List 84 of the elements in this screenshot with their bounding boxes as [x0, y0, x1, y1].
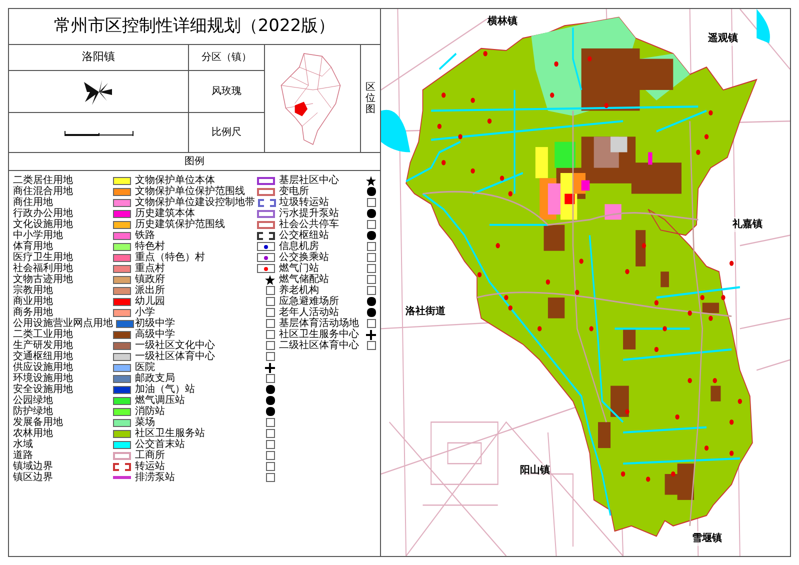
legend-label: 社会福利用地: [13, 263, 73, 274]
legend-label: 信息机房: [279, 241, 319, 252]
legend-label: 燃气门站: [279, 263, 319, 274]
legend-label: 燃气储配站: [279, 274, 329, 285]
legend-label: 基层体育活动场地: [279, 318, 359, 329]
legend-label: 安全设施用地: [13, 384, 73, 395]
legend-label: 生产研发用地: [13, 340, 73, 351]
legend-label: 变电所: [279, 186, 309, 197]
legend-label: 环境设施用地: [13, 373, 73, 384]
legend-label: 发展备用地: [13, 417, 63, 428]
legend-label: 商业用地: [13, 296, 53, 307]
legend-label: 特色村: [135, 241, 165, 252]
legend-label: 宗教用地: [13, 285, 53, 296]
legend-label: 农林用地: [13, 428, 53, 439]
legend-label: 初级中学: [135, 318, 175, 329]
legend-label: 菜场: [135, 417, 155, 428]
legend-label: 加油（气）站: [135, 384, 195, 395]
field-label: 区位图: [360, 45, 380, 152]
legend-label: 文化设施用地: [13, 219, 73, 230]
legend-label: 交通枢纽用地: [13, 351, 73, 362]
legend-label: 基层社区中心: [279, 175, 339, 186]
legend-label: 公用设施营业网点用地: [13, 318, 113, 329]
legend-label: 二类工业用地: [13, 329, 73, 340]
legend-label: 文物古迹用地: [13, 274, 73, 285]
legend-label: 幼儿园: [135, 296, 165, 307]
legend-label: 一级社区体育中心: [135, 351, 215, 362]
legend-label: 转运站: [135, 461, 165, 472]
scale-bar-drawing: [64, 128, 134, 136]
legend-label: 商住用地: [13, 197, 53, 208]
legend-label: 小学: [135, 307, 155, 318]
legend-label: 文物保护单位保护范围线: [135, 186, 245, 197]
legend-label: 消防站: [135, 406, 165, 417]
legend-label: 燃气调压站: [135, 395, 185, 406]
town-label: 雪堰镇: [692, 531, 722, 546]
legend-label: 二级社区体育中心: [279, 340, 359, 351]
legend-label: 水域: [13, 439, 33, 450]
legend-label: 一级社区文化中心: [135, 340, 215, 351]
legend-label: 老年人活动站: [279, 307, 339, 318]
field-value: 洛阳镇: [81, 49, 116, 66]
legend-label: 医院: [135, 362, 155, 373]
legend-label: 文物保护单位本体: [135, 175, 215, 186]
legend-label: 养老机构: [279, 285, 319, 296]
legend-label: 排涝泵站: [135, 472, 175, 483]
legend-label: 公园绿地: [13, 395, 53, 406]
legend-label: 医疗卫生用地: [13, 252, 73, 263]
legend-label: 垃圾转运站: [279, 197, 329, 208]
legend-label: 邮政支局: [135, 373, 175, 384]
legend-label: 体育用地: [13, 241, 53, 252]
legend-label: 社区卫生服务站: [135, 428, 205, 439]
legend-label: 防护绿地: [13, 406, 53, 417]
legend-label: 供应设施用地: [13, 362, 73, 373]
sheet-title: 常州市区控制性详细规划（2022版）: [9, 9, 380, 45]
legend-label: 社区卫生服务中心: [279, 329, 359, 340]
legend-label: 道路: [13, 450, 33, 461]
legend-label: 商务用地: [13, 307, 53, 318]
legend-label: 工商所: [135, 450, 165, 461]
legend-label: 行政办公用地: [13, 208, 73, 219]
legend-label: 铁路: [135, 230, 155, 241]
legend-label: 高级中学: [135, 329, 175, 340]
legend-label: 公交枢纽站: [279, 230, 329, 241]
legend-label: 商住混合用地: [13, 186, 73, 197]
legend-label: 污水提升泵站: [279, 208, 339, 219]
town-label: 礼嘉镇: [732, 216, 763, 232]
legend-label: 公交换乘站: [279, 252, 329, 263]
legend-label: 应急避难场所: [279, 296, 339, 307]
legend-title: 图例: [9, 153, 380, 171]
legend-label: 中小学用地: [13, 230, 63, 241]
legend-label: 重点村: [135, 263, 165, 274]
legend-label: 镇域边界: [13, 461, 53, 472]
legend-label: 镇政府: [135, 274, 165, 285]
legend-label: 派出所: [135, 285, 165, 296]
field-label: 分区（镇）: [188, 45, 264, 70]
legend-label: 社会公共停车: [279, 219, 339, 230]
field-label: 比例尺: [188, 113, 264, 152]
legend-label: 文物保护单位建设控制地带: [135, 197, 255, 208]
legend-label: 重点（特色）村: [135, 252, 205, 263]
town-label: 阳山镇: [520, 463, 550, 478]
field-label: 风玫瑰: [188, 71, 264, 112]
town-label: 遥观镇: [708, 30, 738, 46]
legend-label: 历史建筑保护范围线: [135, 219, 225, 230]
legend-label: 镇区边界: [13, 472, 53, 483]
legend-label: 二类居住用地: [13, 175, 73, 186]
legend-label: 公交首末站: [135, 439, 185, 450]
legend-label: 历史建筑本体: [135, 208, 195, 219]
